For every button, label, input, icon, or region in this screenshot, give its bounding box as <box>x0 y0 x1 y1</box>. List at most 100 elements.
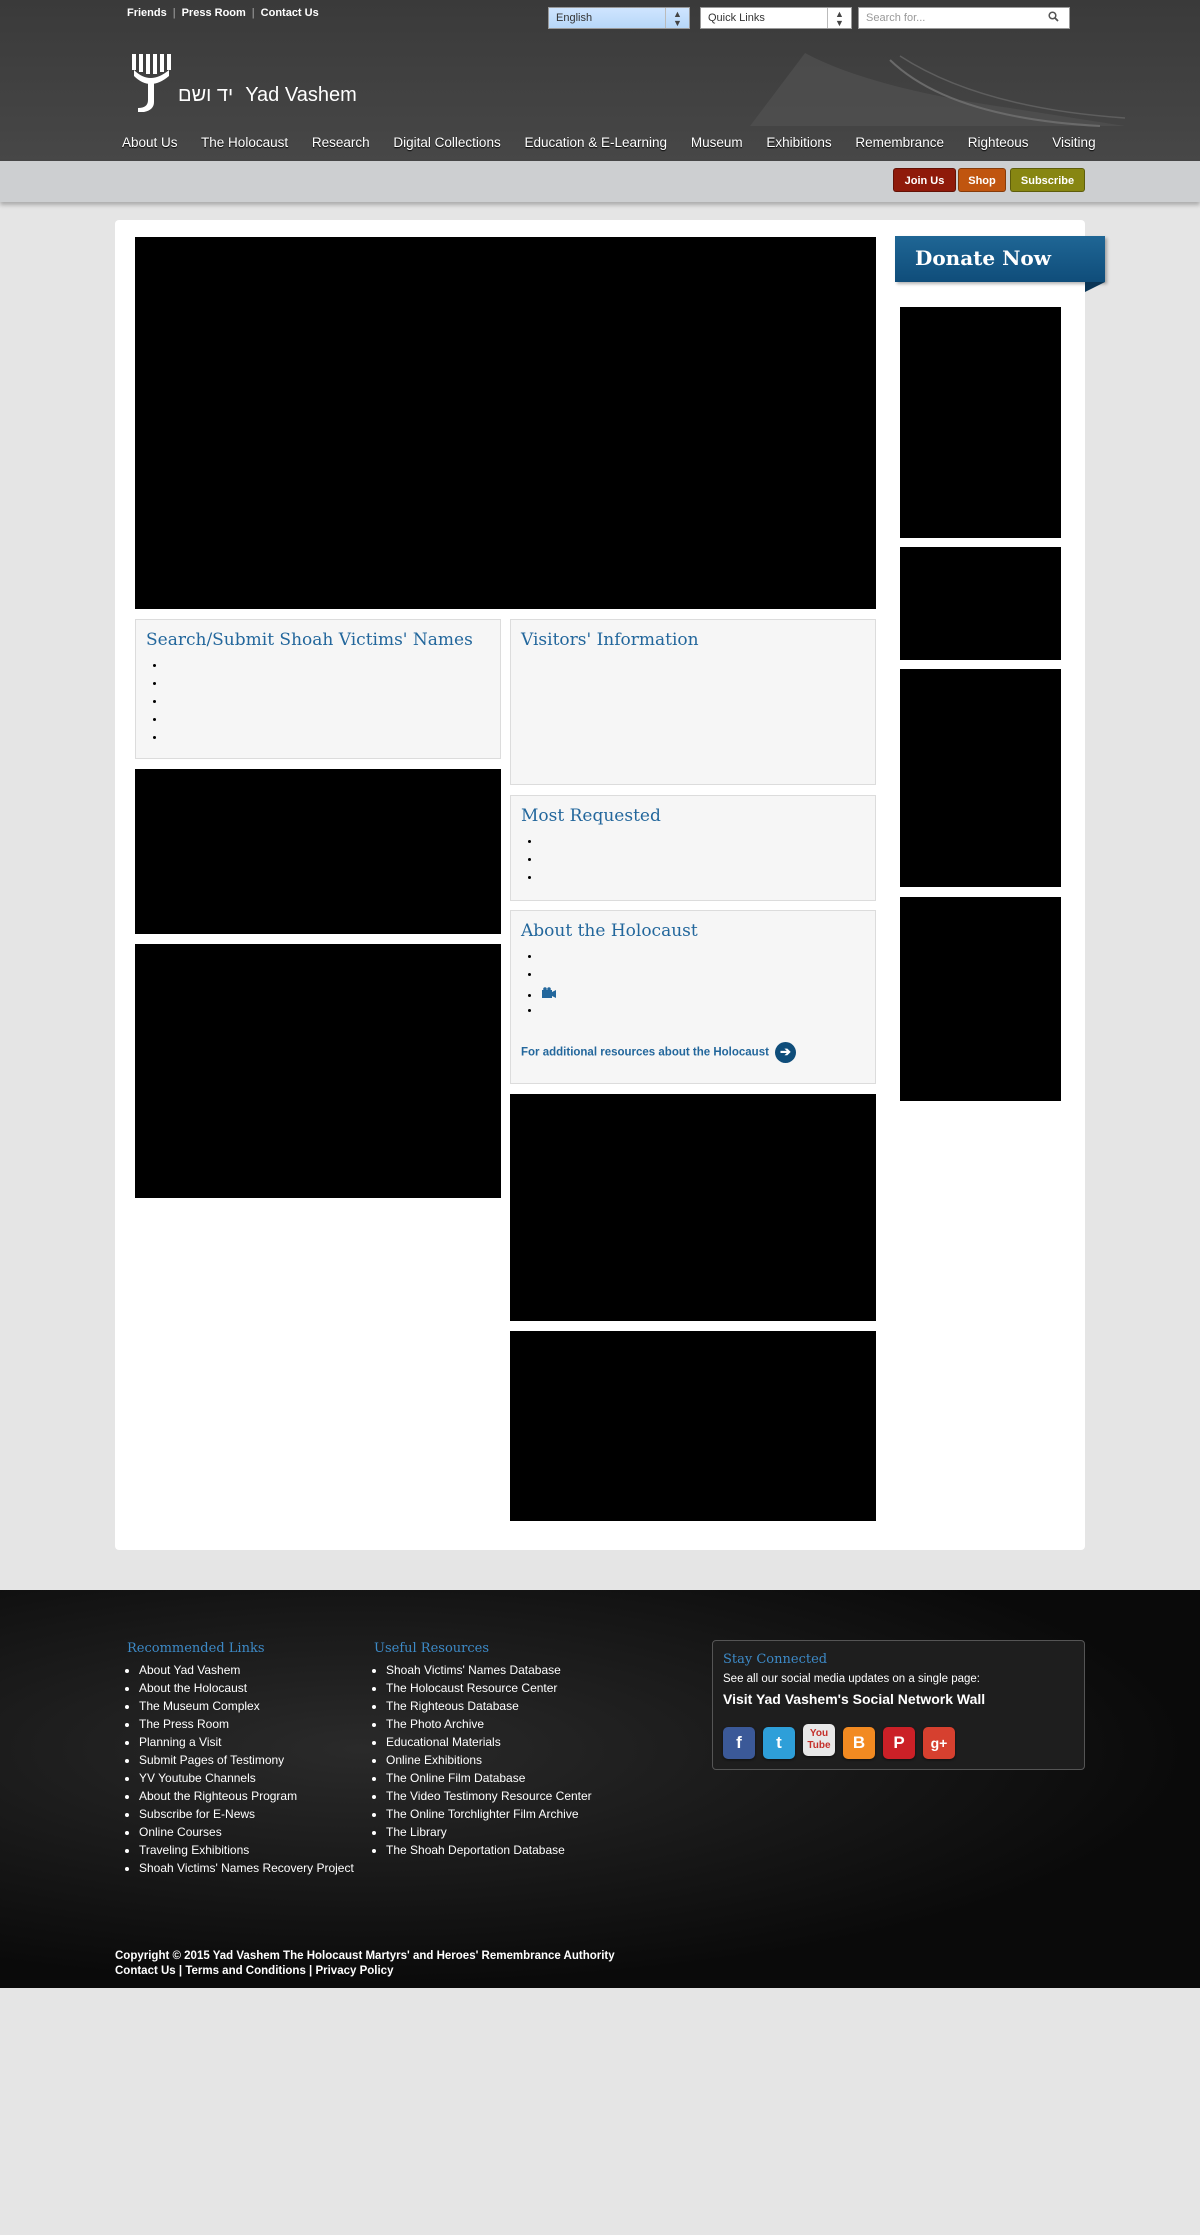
video-camera-icon <box>542 987 556 998</box>
sidebar-banner[interactable] <box>900 897 1061 1101</box>
footer-link[interactable]: About the Righteous Program <box>139 1787 357 1805</box>
footer-link[interactable]: Subscribe for E-News <box>139 1805 357 1823</box>
nav-exhibitions[interactable]: Exhibitions <box>766 135 831 150</box>
footer-link[interactable]: The Museum Complex <box>139 1697 357 1715</box>
visitors-info-title[interactable]: Visitors' Information <box>521 630 699 650</box>
list-item[interactable] <box>541 987 557 1005</box>
footer-link[interactable]: The Online Film Database <box>386 1769 674 1787</box>
quick-links-value: Quick Links <box>708 12 765 24</box>
twitter-icon[interactable]: t <box>763 1727 795 1759</box>
most-requested-title[interactable]: Most Requested <box>521 806 661 826</box>
nav-museum[interactable]: Museum <box>691 135 743 150</box>
nav-education[interactable]: Education & E-Learning <box>524 135 667 150</box>
google-plus-icon[interactable]: g+ <box>923 1727 955 1759</box>
social-icons: f t You Tube B Pg+ <box>723 1724 963 1759</box>
facebook-icon[interactable]: f <box>723 1727 755 1759</box>
footer-link[interactable]: Traveling Exhibitions <box>139 1841 357 1859</box>
footer-link[interactable]: Online Exhibitions <box>386 1751 674 1769</box>
useful-resources: Useful Resources Shoah Victims' Names Da… <box>374 1641 674 1859</box>
copyright-text: Copyright © 2015 Yad Vashem The Holocaus… <box>115 1950 615 1962</box>
search-names-title[interactable]: Search/Submit Shoah Victims' Names <box>146 630 473 650</box>
nav-about-us[interactable]: About Us <box>122 135 178 150</box>
ribbon-fold <box>1085 282 1105 292</box>
sidebar-banner[interactable] <box>900 669 1061 887</box>
logo-hebrew: יד ושם <box>178 84 234 106</box>
promo-banner[interactable] <box>510 1331 876 1521</box>
arrow-right-icon: ➔ <box>774 1042 796 1063</box>
select-arrows-icon: ▲ ▼ <box>827 8 851 28</box>
menorah-logo-icon[interactable] <box>130 52 172 114</box>
footer-link[interactable]: About Yad Vashem <box>139 1661 357 1679</box>
subscribe-button[interactable]: Subscribe <box>1010 168 1085 192</box>
promo-banner[interactable] <box>510 1094 876 1321</box>
footer-link[interactable]: The Press Room <box>139 1715 357 1733</box>
main-nav: About Us The Holocaust Research Digital … <box>122 135 1116 150</box>
nav-remembrance[interactable]: Remembrance <box>855 135 944 150</box>
youtube-icon[interactable]: You Tube <box>803 1724 835 1756</box>
search-placeholder: Search for... <box>866 12 926 24</box>
footer-link[interactable]: The Video Testimony Resource Center <box>386 1787 674 1805</box>
donate-now-button[interactable]: Donate Now <box>895 236 1105 282</box>
list-item[interactable] <box>541 1005 557 1023</box>
nav-righteous[interactable]: Righteous <box>968 135 1029 150</box>
footer-link[interactable]: The Photo Archive <box>386 1715 674 1733</box>
top-link-contact-us[interactable]: Contact Us <box>261 7 319 19</box>
blogger-icon[interactable]: B <box>843 1727 875 1759</box>
legal-link-terms[interactable]: Terms and Conditions <box>185 1965 306 1977</box>
language-select-value: English <box>556 12 593 24</box>
nav-the-holocaust[interactable]: The Holocaust <box>201 135 288 150</box>
promo-banner[interactable] <box>135 944 501 1198</box>
search-input[interactable]: Search for... <box>858 7 1070 29</box>
search-names-box: Search/Submit Shoah Victims' Names <box>135 619 501 759</box>
hero-banner[interactable] <box>135 237 876 609</box>
select-arrows-icon: ▲ ▼ <box>665 8 689 28</box>
footer-link[interactable]: Shoah Victims' Names Database <box>386 1661 674 1679</box>
list-item[interactable] <box>541 951 557 969</box>
quick-links-select[interactable]: Quick Links ▲ ▼ <box>700 7 852 29</box>
useful-resources-title: Useful Resources <box>374 1641 490 1656</box>
nav-research[interactable]: Research <box>312 135 370 150</box>
copyright-block: Copyright © 2015 Yad Vashem The Holocaus… <box>115 1949 615 1979</box>
footer-link[interactable]: Submit Pages of Testimony <box>139 1751 357 1769</box>
footer-link[interactable]: YV Youtube Channels <box>139 1769 357 1787</box>
search-icon[interactable] <box>1048 11 1059 25</box>
footer-link[interactable]: Educational Materials <box>386 1733 674 1751</box>
legal-link-contact-us[interactable]: Contact Us <box>115 1965 176 1977</box>
stay-connected-title: Stay Connected <box>723 1652 828 1667</box>
social-wall-link[interactable]: Visit Yad Vashem's Social Network Wall <box>723 1691 985 1707</box>
promo-banner[interactable] <box>135 769 501 934</box>
legal-link-privacy[interactable]: Privacy Policy <box>315 1965 393 1977</box>
about-holocaust-list <box>541 951 557 1023</box>
shop-button[interactable]: Shop <box>958 168 1006 192</box>
about-holocaust-title[interactable]: About the Holocaust <box>521 921 698 941</box>
sidebar-banner[interactable] <box>900 307 1061 538</box>
footer-link[interactable]: Planning a Visit <box>139 1733 357 1751</box>
most-requested-box: Most Requested <box>510 795 876 901</box>
footer-link[interactable]: The Righteous Database <box>386 1697 674 1715</box>
legal-links: Contact Us | Terms and Conditions | Priv… <box>115 1965 394 1977</box>
recommended-links-title: Recommended Links <box>127 1641 265 1656</box>
about-holocaust-box: About the Holocaust For additional resou… <box>510 910 876 1084</box>
footer-link[interactable]: The Online Torchlighter Film Archive <box>386 1805 674 1823</box>
sidebar-banner[interactable] <box>900 547 1061 660</box>
logo-text[interactable]: יד ושם Yad Vashem <box>178 84 357 107</box>
nav-digital-collections[interactable]: Digital Collections <box>393 135 500 150</box>
language-select[interactable]: English ▲ ▼ <box>548 7 690 29</box>
nav-visiting[interactable]: Visiting <box>1052 135 1095 150</box>
top-link-friends[interactable]: Friends <box>127 7 167 19</box>
join-us-button[interactable]: Join Us <box>893 168 956 192</box>
footer-link[interactable]: The Library <box>386 1823 674 1841</box>
more-resources-link[interactable]: For additional resources about the Holoc… <box>521 1042 796 1063</box>
more-resources-label: For additional resources about the Holoc… <box>521 1046 769 1059</box>
footer-link[interactable]: Shoah Victims' Names Recovery Project <box>139 1859 357 1877</box>
top-links: Friends | Press Room | Contact Us <box>127 7 319 19</box>
top-link-press-room[interactable]: Press Room <box>182 7 246 19</box>
footer-link[interactable]: The Shoah Deportation Database <box>386 1841 674 1859</box>
footer-link[interactable]: The Holocaust Resource Center <box>386 1679 674 1697</box>
footer-link[interactable]: About the Holocaust <box>139 1679 357 1697</box>
footer-link[interactable]: Online Courses <box>139 1823 357 1841</box>
pinterest-icon[interactable]: P <box>883 1727 915 1759</box>
header-mountain-graphic <box>750 53 1125 127</box>
visitors-info-box: Visitors' Information <box>510 619 876 785</box>
list-item[interactable] <box>541 969 557 987</box>
